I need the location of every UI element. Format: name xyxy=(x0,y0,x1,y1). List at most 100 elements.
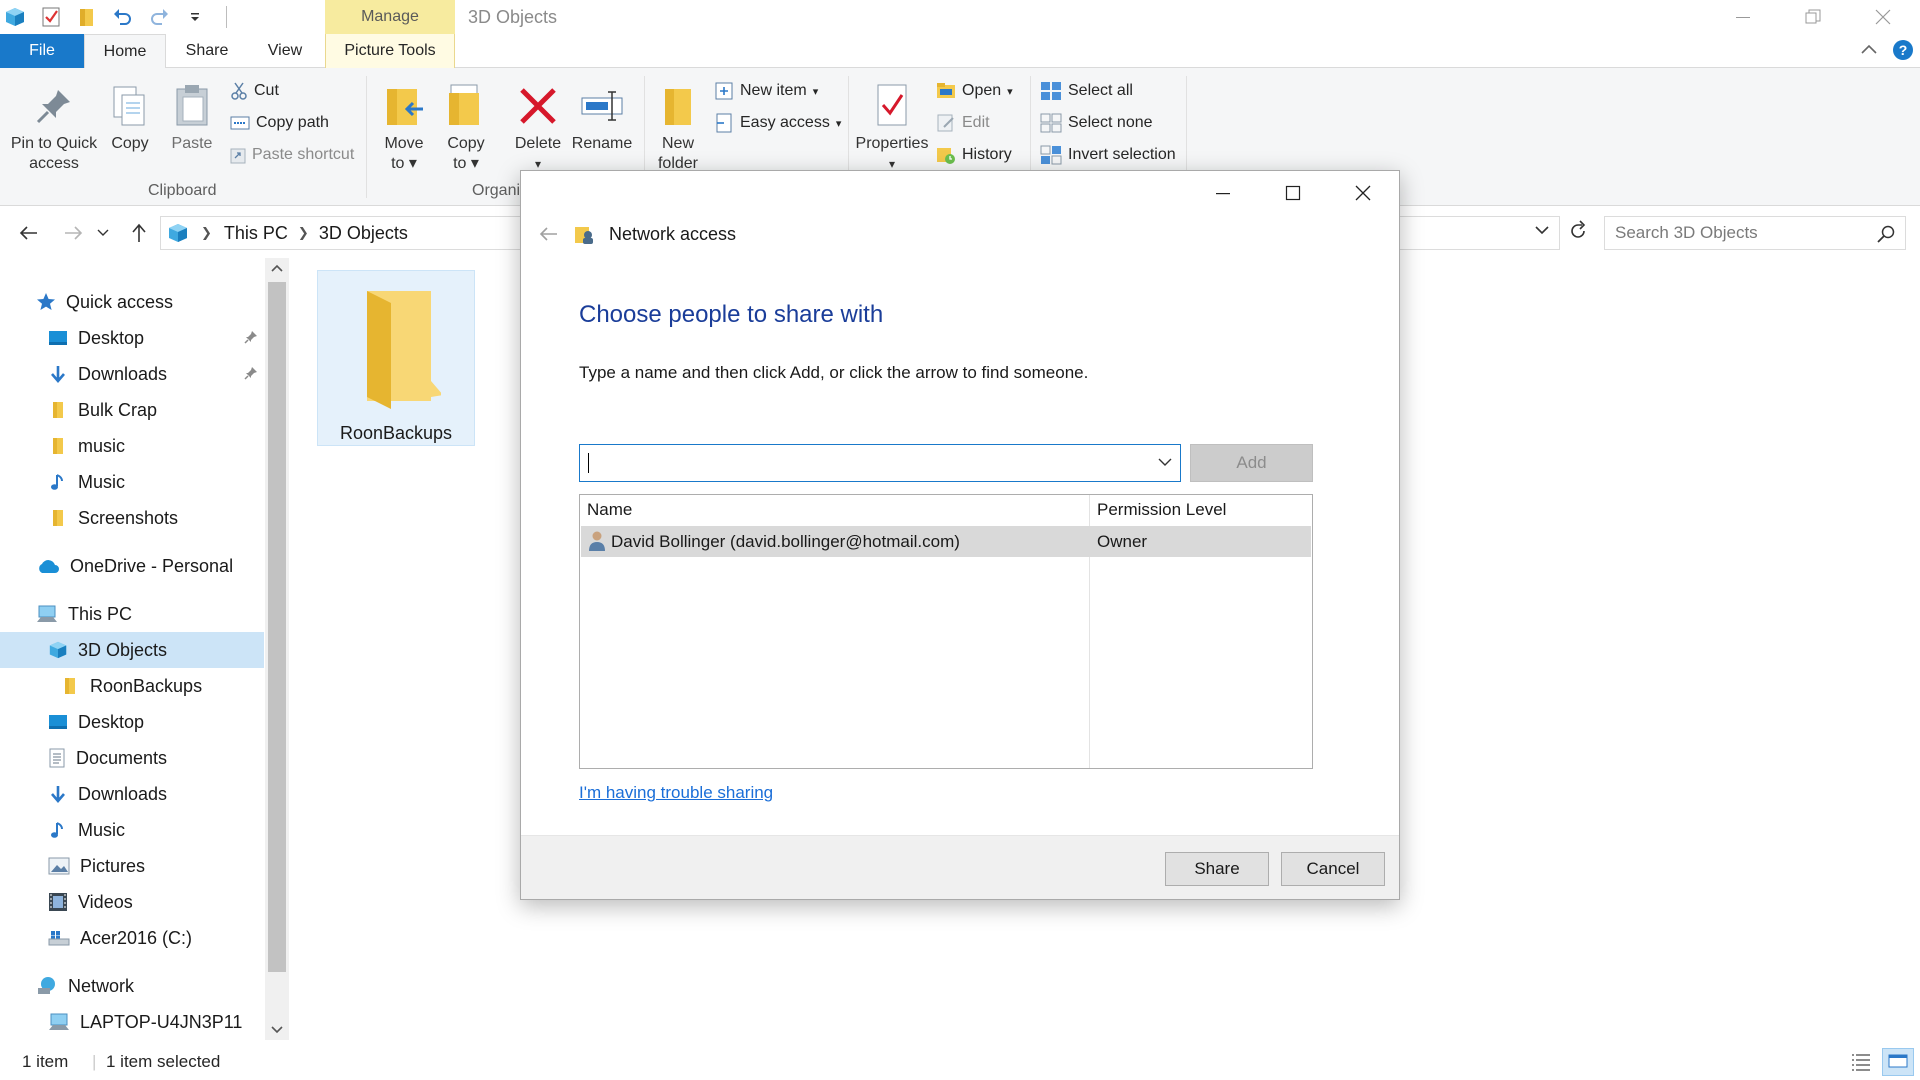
add-button[interactable]: Add xyxy=(1190,444,1313,482)
select-none-button[interactable]: Select none xyxy=(1040,110,1153,136)
customize-qat-dropdown-icon[interactable] xyxy=(182,4,208,30)
nav-qa-desktop[interactable]: Desktop xyxy=(48,320,144,356)
paste-button[interactable]: Paste xyxy=(168,78,216,154)
nav-qa-desktop-label: Desktop xyxy=(78,327,145,348)
nav-pc-music[interactable]: Music xyxy=(48,812,125,848)
manage-contextual-tab[interactable]: Manage xyxy=(325,0,455,34)
pin-to-quick-access-button[interactable]: Pin to Quick access xyxy=(8,78,100,174)
invert-selection-button[interactable]: Invert selection xyxy=(1040,142,1176,168)
nav-pane-scroll-thumb[interactable] xyxy=(268,282,286,972)
folder-icon xyxy=(48,436,68,456)
column-header-name[interactable]: Name xyxy=(580,495,1089,525)
scroll-up-arrow-icon[interactable] xyxy=(271,264,283,272)
nav-pc-music-label: Music xyxy=(78,819,126,840)
restore-button[interactable] xyxy=(1778,0,1848,34)
trouble-sharing-link[interactable]: I'm having trouble sharing xyxy=(579,783,773,803)
tab-view[interactable]: View xyxy=(250,34,320,68)
close-window-button[interactable] xyxy=(1848,0,1918,34)
nav-pc-drive-c[interactable]: Acer2016 (C:) xyxy=(48,920,192,956)
collapse-ribbon-icon[interactable] xyxy=(1860,42,1878,56)
undo-icon[interactable] xyxy=(110,4,136,30)
search-input[interactable]: Search 3D Objects xyxy=(1604,216,1906,250)
cancel-button[interactable]: Cancel xyxy=(1281,852,1385,886)
delete-button[interactable]: Delete ▾ xyxy=(512,78,564,174)
address-dropdown-chevron-icon[interactable] xyxy=(1535,225,1549,235)
properties-button[interactable]: Properties ▾ xyxy=(854,78,930,174)
copy-to-button[interactable]: Copy to ▾ xyxy=(442,78,490,174)
details-view-icon[interactable] xyxy=(1850,1052,1872,1072)
breadcrumb-3d-objects[interactable]: 3D Objects xyxy=(319,223,408,244)
tab-file[interactable]: File xyxy=(0,34,84,68)
nav-pc-pictures[interactable]: Pictures xyxy=(48,848,145,884)
refresh-icon[interactable] xyxy=(1568,220,1588,242)
nav-pane-scrollbar[interactable] xyxy=(265,258,289,1040)
up-button[interactable] xyxy=(126,220,152,246)
dialog-minimize-button[interactable] xyxy=(1188,171,1258,215)
nav-qa-music-folder[interactable]: music xyxy=(48,428,125,464)
copy-path-button[interactable]: Copy path xyxy=(230,110,329,136)
tab-share[interactable]: Share xyxy=(170,34,244,68)
history-button[interactable]: History xyxy=(936,142,1012,168)
back-button[interactable] xyxy=(16,220,42,246)
nav-onedrive[interactable]: OneDrive - Personal xyxy=(36,548,233,584)
file-item-roonbackups[interactable]: RoonBackups xyxy=(317,270,475,446)
combobox-chevron-down-icon[interactable] xyxy=(1158,458,1172,467)
table-row[interactable]: David Bollinger (david.bollinger@hotmail… xyxy=(581,526,1311,557)
pin-icon xyxy=(34,78,74,134)
app-3d-objects-icon[interactable] xyxy=(2,4,28,30)
pictures-icon xyxy=(48,857,70,875)
nav-qa-downloads-label: Downloads xyxy=(78,363,168,384)
nav-pc-downloads[interactable]: Downloads xyxy=(48,776,167,812)
recent-locations-chevron-icon[interactable] xyxy=(96,220,110,246)
dialog-title-bar xyxy=(521,171,1399,215)
tab-picture-tools[interactable]: Picture Tools xyxy=(325,34,455,68)
tab-home[interactable]: Home xyxy=(84,34,166,69)
forward-button[interactable] xyxy=(60,220,86,246)
easy-access-button[interactable]: Easy access ▾ xyxy=(714,110,841,136)
dialog-maximize-button[interactable] xyxy=(1258,171,1328,215)
row-permission-level[interactable]: Owner xyxy=(1097,526,1147,557)
nav-pc-desktop[interactable]: Desktop xyxy=(48,704,144,740)
copy-button[interactable]: Copy xyxy=(104,78,156,154)
dialog-header: Network access xyxy=(539,223,736,245)
nav-qa-screenshots[interactable]: Screenshots xyxy=(48,500,178,536)
nav-network[interactable]: Network xyxy=(36,968,134,1004)
nav-qa-downloads[interactable]: Downloads xyxy=(48,356,167,392)
nav-qa-music[interactable]: Music xyxy=(48,464,125,500)
minimize-button[interactable] xyxy=(1708,0,1778,34)
help-icon[interactable]: ? xyxy=(1892,39,1914,61)
status-divider: | xyxy=(92,1052,97,1071)
nav-this-pc[interactable]: This PC xyxy=(36,596,132,632)
navigation-pane: Quick access Desktop Downloads Bulk Crap… xyxy=(0,258,290,1058)
nav-pc-3d-objects[interactable]: 3D Objects xyxy=(0,632,264,668)
nav-quick-access[interactable]: Quick access xyxy=(36,284,173,320)
scroll-down-arrow-icon[interactable] xyxy=(271,1026,283,1034)
share-button[interactable]: Share xyxy=(1165,852,1269,886)
share-name-combobox[interactable] xyxy=(579,444,1181,482)
nav-pc-3d-objects-label: 3D Objects xyxy=(78,639,168,660)
column-header-permission[interactable]: Permission Level xyxy=(1090,495,1312,525)
dialog-back-arrow-icon[interactable] xyxy=(539,226,559,242)
nav-pc-roonbackups[interactable]: RoonBackups xyxy=(60,668,202,704)
redo-icon[interactable] xyxy=(146,4,172,30)
move-to-button[interactable]: Move to ▾ xyxy=(380,78,428,174)
nav-pc-videos[interactable]: Videos xyxy=(48,884,133,920)
edit-button[interactable]: Edit xyxy=(936,110,990,136)
nav-qa-bulk-crap[interactable]: Bulk Crap xyxy=(48,392,157,428)
properties-qat-icon[interactable] xyxy=(38,4,64,30)
breadcrumb-this-pc[interactable]: This PC xyxy=(224,223,288,244)
dialog-close-button[interactable] xyxy=(1328,171,1398,215)
nav-network-laptop[interactable]: LAPTOP-U4JN3P11 xyxy=(48,1004,242,1040)
new-item-button[interactable]: New item ▾ xyxy=(714,78,818,104)
select-all-button[interactable]: Select all xyxy=(1040,78,1133,104)
new-folder-button[interactable]: New folder xyxy=(656,78,700,174)
rename-button[interactable]: Rename xyxy=(572,78,632,154)
paste-shortcut-button[interactable]: Paste shortcut xyxy=(230,142,354,168)
new-folder-qat-icon[interactable] xyxy=(74,4,100,30)
open-button[interactable]: Open ▾ xyxy=(936,78,1013,104)
large-icons-view-icon[interactable] xyxy=(1882,1048,1914,1076)
nav-pc-documents[interactable]: Documents xyxy=(48,740,167,776)
search-icon xyxy=(1877,225,1895,243)
cut-button[interactable]: Cut xyxy=(230,78,279,104)
share-people-table[interactable]: Name Permission Level David Bollinger (d… xyxy=(579,494,1313,769)
